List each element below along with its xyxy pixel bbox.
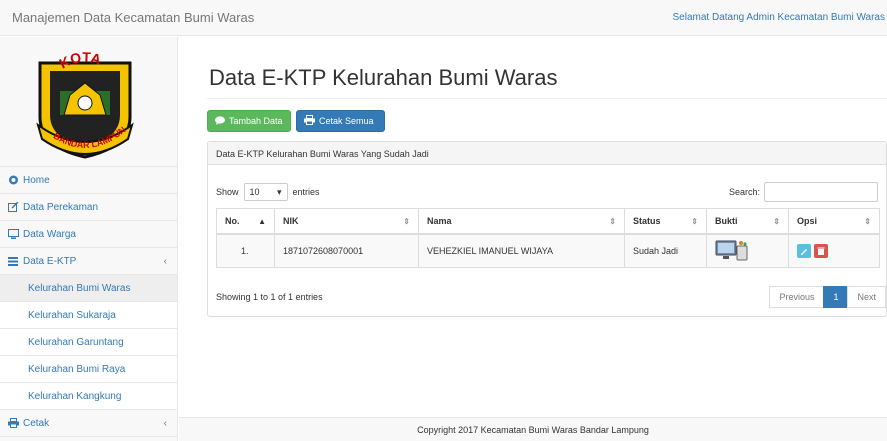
dashboard-icon <box>8 175 19 185</box>
sidebar-item-label: Home <box>23 174 50 186</box>
list-icon <box>8 256 19 266</box>
column-header-no[interactable]: No. ▲ <box>216 208 275 235</box>
page-button-current[interactable]: 1 <box>823 286 849 308</box>
data-table: No. ▲ NIK ⇕ Nama ⇕ Status ⇕ Bukti ⇕ Opsi ⇕ 1. … <box>216 208 880 268</box>
monitor-icon <box>8 229 19 239</box>
city-logo: KOTA BANDAR LAMPUNG <box>30 43 134 159</box>
table-row: 1. 1871072608070001 VEHEZKIEL IMANUEL WI… <box>216 233 880 268</box>
entries-label: entries <box>292 187 320 197</box>
sidebar-item-kelurahan-kangkung[interactable]: Kelurahan Kangkung <box>0 383 177 410</box>
search-label: Search: <box>728 187 760 197</box>
sidebar-item-data-perekaman[interactable]: Data Perekaman <box>0 194 177 221</box>
print-all-button[interactable]: Cetak Semua <box>296 110 385 132</box>
sidebar-item-home[interactable]: Home <box>0 167 177 194</box>
sort-icon: ⇕ <box>773 217 780 226</box>
welcome-link[interactable]: Selamat Datang Admin Kecamatan Bumi Wara… <box>672 12 885 23</box>
entries-length-control: Show 10 ▾ entries <box>216 183 320 201</box>
search-control: Search: <box>729 182 878 202</box>
pagination: Previous 1 Next <box>769 286 886 308</box>
cell-opsi <box>788 233 880 268</box>
sidebar-item-kelurahan-sukaraja[interactable]: Kelurahan Sukaraja <box>0 302 177 329</box>
column-header-bukti[interactable]: Bukti ⇕ <box>706 208 789 235</box>
column-header-nama[interactable]: Nama ⇕ <box>418 208 625 235</box>
sort-icon: ⇕ <box>403 217 410 226</box>
sidebar-item-kelurahan-bumi-raya[interactable]: Kelurahan Bumi Raya <box>0 356 177 383</box>
sidebar-item-label: Data Warga <box>23 228 76 240</box>
cell-nama: VEHEZKIEL IMANUEL WIJAYA <box>418 233 625 268</box>
sidebar-item-cetak[interactable]: Cetak ‹ <box>0 410 177 437</box>
column-header-nik[interactable]: NIK ⇕ <box>274 208 419 235</box>
sidebar-item-label: Kelurahan Garuntang <box>28 336 124 348</box>
main-content: Data E-KTP Kelurahan Bumi Waras Tambah D… <box>179 37 887 417</box>
cell-no: 1. <box>216 233 275 268</box>
title-divider <box>207 98 887 99</box>
cell-nik: 1871072608070001 <box>274 233 419 268</box>
show-label: Show <box>216 187 239 197</box>
delete-button[interactable] <box>814 243 828 258</box>
add-data-button[interactable]: Tambah Data <box>207 110 291 132</box>
sidebar-item-data-warga[interactable]: Data Warga <box>0 221 177 248</box>
column-header-status[interactable]: Status ⇕ <box>624 208 707 235</box>
table-info: Showing 1 to 1 of 1 entries <box>216 292 323 302</box>
print-all-label: Cetak Semua <box>319 116 374 126</box>
data-panel: Data E-KTP Kelurahan Bumi Waras Yang Sud… <box>207 141 887 317</box>
trash-icon <box>817 247 825 255</box>
proof-thumbnail[interactable] <box>715 238 749 262</box>
sidebar-item-label: Cetak <box>23 417 50 429</box>
sidebar-item-label: Data E-KTP <box>23 255 77 267</box>
column-header-opsi[interactable]: Opsi ⇕ <box>788 208 880 235</box>
sidebar-item-label: Kelurahan Bumi Raya <box>28 363 126 375</box>
app-title[interactable]: Manajemen Data Kecamatan Bumi Waras <box>12 10 254 25</box>
sidebar-item-label: Kelurahan Bumi Waras <box>28 282 131 294</box>
cell-bukti <box>706 233 789 268</box>
next-page-button[interactable]: Next <box>847 286 886 308</box>
sidebar-item-label: Kelurahan Sukaraja <box>28 309 116 321</box>
entries-select[interactable]: 10 ▾ <box>243 183 288 201</box>
entries-value: 10 <box>249 187 260 197</box>
sort-icon: ⇕ <box>609 217 616 226</box>
cell-status: Sudah Jadi <box>624 233 707 268</box>
comment-icon <box>215 115 225 127</box>
edit-icon <box>8 201 19 212</box>
sidebar: KOTA BANDAR LAMPUNG Home Data Perekaman … <box>0 37 178 441</box>
footer: Copyright 2017 Kecamatan Bumi Waras Band… <box>179 417 887 441</box>
pencil-icon <box>801 248 807 255</box>
sidebar-item-kelurahan-garuntang[interactable]: Kelurahan Garuntang <box>0 329 177 356</box>
panel-heading: Data E-KTP Kelurahan Bumi Waras Yang Sud… <box>208 142 886 165</box>
page-title: Data E-KTP Kelurahan Bumi Waras <box>209 65 558 90</box>
top-navbar: Manajemen Data Kecamatan Bumi Waras Sela… <box>0 0 887 36</box>
caret-down-icon: ▾ <box>276 186 282 197</box>
sidebar-item-kelurahan-bumi-waras[interactable]: Kelurahan Bumi Waras <box>0 275 177 302</box>
sidebar-item-data-ektp[interactable]: Data E-KTP ‹ <box>0 248 177 275</box>
chevron-left-icon: ‹ <box>163 256 167 267</box>
search-input[interactable] <box>764 182 878 202</box>
sort-icon: ⇕ <box>691 217 698 226</box>
print-icon <box>8 418 19 428</box>
sort-icon: ⇕ <box>864 217 871 226</box>
sidebar-item-label: Kelurahan Kangkung <box>28 390 122 402</box>
sidebar-nav: Home Data Perekaman Data Warga Data E-KT… <box>0 167 177 437</box>
add-data-label: Tambah Data <box>229 116 283 126</box>
previous-page-button[interactable]: Previous <box>769 286 825 308</box>
chevron-left-icon: ‹ <box>163 418 167 429</box>
logo-area: KOTA BANDAR LAMPUNG <box>0 37 177 167</box>
sidebar-item-label: Data Perekaman <box>23 201 99 213</box>
print-icon <box>304 115 315 127</box>
sort-asc-icon: ▲ <box>258 217 266 226</box>
edit-button[interactable] <box>797 243 811 258</box>
